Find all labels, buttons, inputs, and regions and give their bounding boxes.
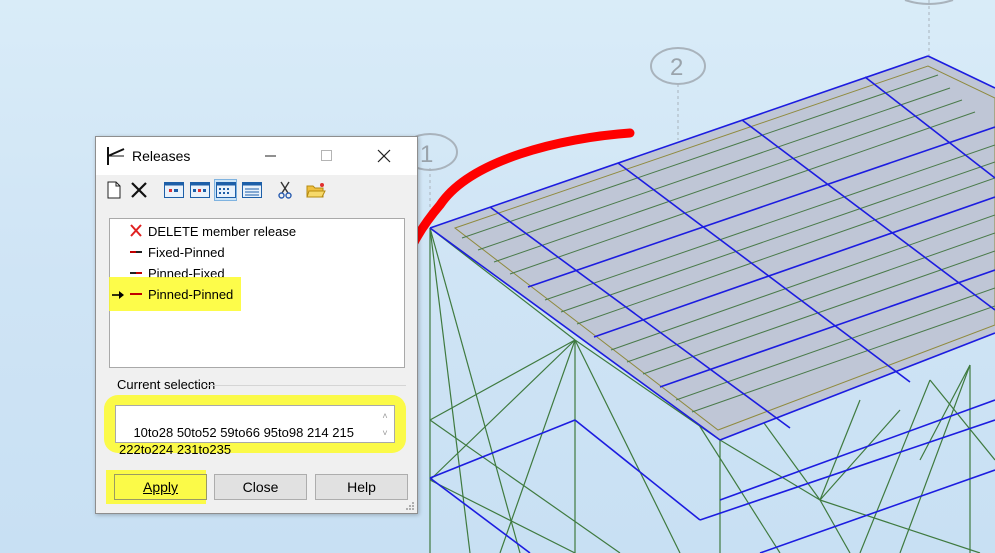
close-button[interactable]: Close [214, 474, 307, 500]
view-3-button[interactable] [214, 179, 237, 201]
help-button[interactable]: Help [315, 474, 408, 500]
release-type-list[interactable]: DELETE member release Fixed-Pinned Pinne… [109, 218, 405, 368]
list-item-pinned-pinned[interactable]: Pinned-Pinned [110, 284, 404, 305]
scroll-up-icon[interactable]: ˄ [379, 408, 391, 425]
slab-panel [430, 56, 995, 440]
help-button-label: Help [347, 479, 376, 495]
view-2-icon [190, 182, 210, 198]
view-4-icon [242, 182, 262, 198]
list-item-label: DELETE member release [148, 224, 297, 239]
group-divider [206, 385, 406, 386]
delete-icon [131, 182, 147, 198]
close-icon [377, 149, 391, 163]
view-1-icon [164, 182, 184, 198]
open-folder-icon [306, 183, 326, 198]
view-1-button[interactable] [163, 179, 185, 201]
list-item-label: Fixed-Pinned [148, 245, 225, 260]
minimize-icon [265, 155, 276, 157]
red-x-icon [130, 224, 142, 237]
dialog-titlebar[interactable]: Releases [96, 137, 417, 175]
dialog-title: Releases [132, 148, 191, 164]
cut-button[interactable] [276, 179, 294, 201]
view-3-icon [215, 182, 236, 198]
open-folder-button[interactable] [305, 179, 327, 201]
current-selection-label: Current selection [117, 377, 216, 392]
dialog-toolbar [96, 175, 417, 207]
scroll-down-icon[interactable]: ˅ [379, 425, 391, 442]
view-4-button[interactable] [241, 179, 263, 201]
maximize-button [304, 137, 350, 175]
new-icon [107, 181, 121, 199]
release-symbol-icon [130, 293, 142, 295]
resize-grip-icon[interactable] [405, 501, 415, 511]
view-2-button[interactable] [189, 179, 211, 201]
minimize-button[interactable] [248, 137, 294, 175]
close-button-label: Close [242, 479, 279, 495]
release-symbol-icon [130, 251, 142, 253]
axis-bubble-1-label: 1 [420, 141, 433, 168]
releases-app-icon [107, 147, 125, 165]
list-item-delete-member-release[interactable]: DELETE member release [110, 221, 404, 242]
list-item-fixed-pinned[interactable]: Fixed-Pinned [110, 242, 404, 263]
current-item-arrow-icon [112, 291, 124, 299]
axis-bubble-2-label: 2 [670, 54, 683, 81]
cut-icon [278, 181, 292, 199]
delete-button[interactable] [130, 179, 148, 201]
current-selection-field[interactable]: 10to28 50to52 59to66 95to98 214 215 222t… [115, 405, 395, 457]
new-button[interactable] [106, 179, 122, 201]
apply-button[interactable]: Apply [114, 474, 207, 500]
list-item-label: Pinned-Pinned [148, 287, 234, 302]
close-window-button[interactable] [361, 137, 407, 175]
axis-bubble-2: 2 [650, 47, 706, 85]
releases-dialog: Releases DELETE member release Fixed-Pin… [95, 136, 418, 514]
apply-button-label: Apply [142, 479, 179, 495]
maximize-icon [321, 150, 332, 161]
